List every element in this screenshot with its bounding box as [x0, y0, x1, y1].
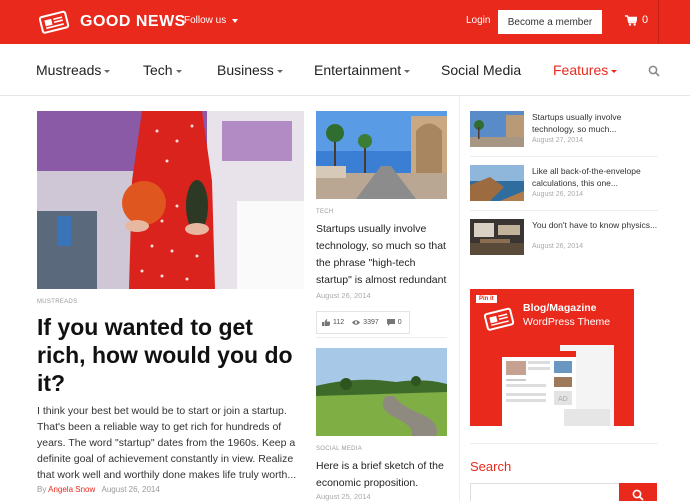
cart-icon — [625, 14, 637, 26]
main-article-title[interactable]: If you wanted to get rich, how would you… — [37, 313, 307, 397]
ad-mock-label: AD — [558, 396, 568, 403]
mid-article-date: August 26, 2014 — [316, 291, 371, 300]
nav-item-business[interactable]: Business — [217, 62, 283, 78]
topbar-divider — [658, 0, 659, 44]
side-article-title[interactable]: You don't have to know physics... — [532, 219, 660, 231]
ad-title: Blog/Magazine — [523, 302, 597, 314]
side-article-thumb[interactable] — [470, 219, 524, 255]
follow-us-label: Follow us — [184, 15, 227, 26]
side-article-thumb[interactable] — [470, 111, 524, 147]
side-article-date: August 26, 2014 — [532, 191, 583, 198]
chevron-down-icon — [404, 69, 411, 73]
side-article-date: August 27, 2014 — [532, 137, 583, 144]
chevron-down-icon — [232, 18, 239, 23]
follow-us-dropdown[interactable]: Follow us — [184, 15, 239, 26]
chevron-down-icon — [276, 69, 283, 73]
main-article-byline: By Angela Snow August 26, 2014 — [37, 485, 160, 494]
login-link[interactable]: Login — [466, 15, 490, 26]
nav-item-label: Entertainment — [314, 62, 402, 78]
comments-count: 0 — [397, 319, 402, 326]
nav-item-label: Social Media — [441, 62, 522, 78]
site-logo[interactable]: GOOD NEWS — [38, 9, 186, 35]
main-article-category[interactable]: MUSTREADS — [37, 299, 77, 305]
divider — [470, 210, 658, 211]
mid-article-date-2: August 25, 2014 — [316, 492, 371, 501]
theme-preview-image: AD — [502, 345, 614, 426]
column-divider — [459, 96, 460, 501]
main-nav: Mustreads Tech Business Entertainment So… — [0, 44, 690, 96]
thumbs-up-icon — [322, 319, 330, 326]
top-bar: GOOD NEWS Follow us Login Become a membe… — [0, 0, 690, 44]
likes-count: 112 — [333, 319, 345, 326]
nav-item-label: Mustreads — [36, 62, 102, 78]
views-count: 3397 — [363, 319, 379, 326]
mid-article-category[interactable]: TECH — [316, 209, 334, 215]
mid-article-title[interactable]: Startups usually involve technology, so … — [316, 221, 451, 289]
mid-article-image[interactable] — [316, 111, 447, 199]
byline-prefix: By — [37, 485, 47, 494]
nav-item-mustreads[interactable]: Mustreads — [36, 62, 111, 78]
comments-stat[interactable]: 0 — [386, 319, 402, 326]
search-input[interactable] — [470, 483, 620, 501]
ad-subtitle: WordPress Theme — [523, 316, 611, 328]
divider — [316, 337, 447, 338]
nav-item-entertainment[interactable]: Entertainment — [314, 62, 411, 78]
newspaper-icon — [484, 307, 515, 331]
search-widget-title: Search — [470, 459, 512, 474]
side-article-date: August 26, 2014 — [532, 243, 583, 250]
article-stats: 112 3397 0 — [316, 311, 410, 334]
nav-item-label: Features — [553, 62, 609, 78]
chevron-down-icon — [611, 69, 618, 73]
search-icon[interactable] — [648, 65, 660, 77]
ad-banner[interactable]: Pin it Blog/Magazine WordPress Theme AD — [470, 289, 634, 426]
mid-article-image-2[interactable] — [316, 348, 447, 436]
mid-article-category-2[interactable]: SOCIAL MEDIA — [316, 446, 362, 452]
comment-icon — [386, 319, 395, 326]
nav-item-label: Tech — [143, 62, 173, 78]
divider — [470, 156, 658, 157]
newspaper-icon — [38, 10, 70, 34]
mid-article-title-2[interactable]: Here is a brief sketch of the economic p… — [316, 458, 451, 492]
main-article-excerpt: I think your best bet would be to start … — [37, 405, 297, 481]
search-button[interactable] — [619, 483, 657, 501]
side-article-title[interactable]: Like all back-of-the-envelope calculatio… — [532, 165, 660, 189]
divider — [470, 443, 658, 444]
main-article-date: August 26, 2014 — [101, 485, 160, 494]
nav-item-tech[interactable]: Tech — [143, 62, 182, 78]
cart-button[interactable]: 0 — [625, 14, 648, 26]
side-article-thumb[interactable] — [470, 165, 524, 201]
pin-it-badge[interactable]: Pin it — [476, 295, 497, 303]
site-name: GOOD NEWS — [80, 13, 186, 30]
eye-icon — [352, 320, 361, 325]
chevron-down-icon — [104, 69, 111, 73]
main-article-image[interactable] — [37, 111, 304, 289]
likes-stat[interactable]: 112 — [322, 319, 344, 326]
views-stat: 3397 — [352, 319, 379, 326]
side-article-title[interactable]: Startups usually involve technology, so … — [532, 111, 660, 135]
nav-item-label: Business — [217, 62, 274, 78]
search-icon — [632, 489, 644, 501]
become-member-button[interactable]: Become a member — [498, 10, 602, 34]
nav-item-social-media[interactable]: Social Media — [441, 62, 521, 78]
cart-count: 0 — [642, 14, 649, 26]
chevron-down-icon — [175, 69, 182, 73]
nav-item-features[interactable]: Features — [553, 62, 618, 78]
author-link[interactable]: Angela Snow — [48, 485, 95, 494]
